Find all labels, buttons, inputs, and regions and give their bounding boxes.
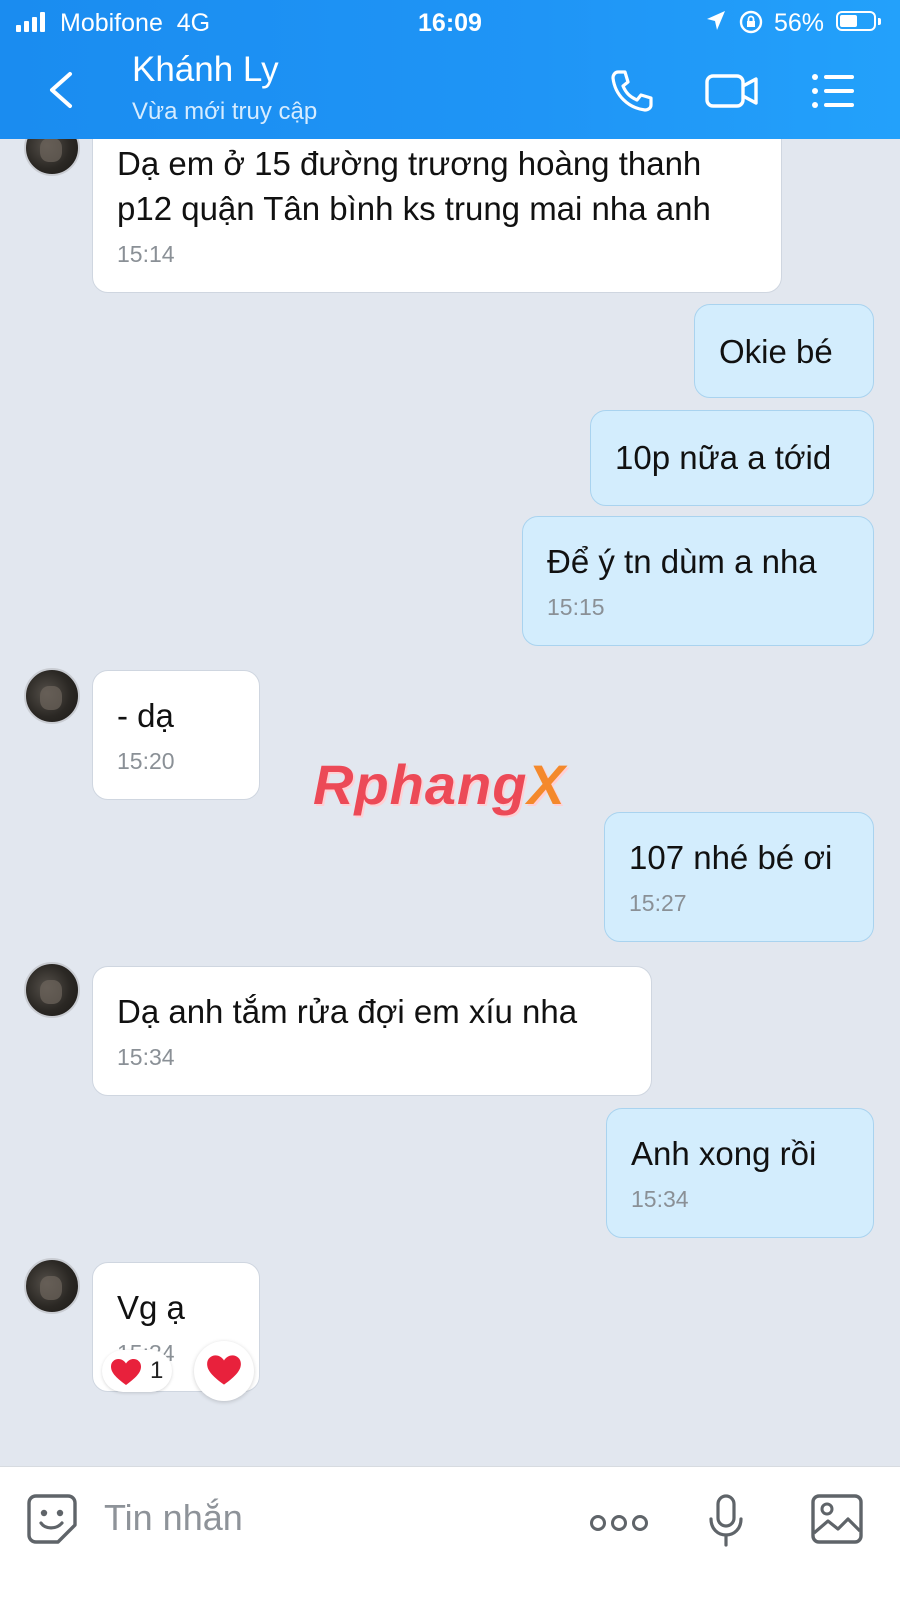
message-bubble[interactable]: - dạ 15:20: [92, 670, 260, 800]
image-button[interactable]: [810, 1493, 864, 1550]
video-call-button[interactable]: [704, 68, 760, 114]
message-text: Anh xong rồi: [631, 1135, 817, 1172]
reaction-summary[interactable]: 1: [102, 1350, 172, 1392]
rotation-lock-icon: [738, 9, 764, 41]
message-text: Vg ạ: [117, 1289, 185, 1326]
message-text: Để ý tn dùm a nha: [547, 543, 817, 580]
message-text: 107 nhé bé ơi: [629, 839, 833, 876]
message-bubble[interactable]: 107 nhé bé ơi 15:27: [604, 812, 874, 942]
message-bubble[interactable]: 10p nữa a tớid: [590, 410, 874, 506]
back-icon: [50, 72, 72, 108]
more-icon: [590, 1515, 648, 1531]
menu-button[interactable]: [810, 68, 866, 114]
message-bubble[interactable]: Anh xong rồi 15:34: [606, 1108, 874, 1238]
battery-percent: 56%: [774, 9, 825, 37]
message-time: 15:14: [117, 241, 175, 267]
top-bar: Mobifone 4G 16:09 56% Khánh Ly Vừa mới t…: [0, 0, 900, 139]
message-time: 15:15: [547, 594, 605, 620]
message-time: 15:34: [631, 1186, 689, 1212]
message-text: Dạ em ở 15 đường trương hoàng thanh p12 …: [117, 145, 711, 227]
message-time: 15:20: [117, 748, 175, 774]
message-text: Dạ anh tắm rửa đợi em xíu nha: [117, 993, 578, 1030]
contact-status: Vừa mới truy cập: [132, 98, 318, 125]
message-input[interactable]: Tin nhắn: [104, 1497, 243, 1539]
sticker-icon: [27, 1494, 77, 1544]
avatar[interactable]: [24, 962, 80, 1018]
more-button[interactable]: [590, 1513, 648, 1538]
contact-name[interactable]: Khánh Ly: [132, 50, 279, 90]
status-bar: Mobifone 4G 16:09 56%: [0, 0, 900, 46]
message-bubble[interactable]: Dạ em ở 15 đường trương hoàng thanh p12 …: [92, 118, 782, 293]
message-bubble[interactable]: Để ý tn dùm a nha 15:15: [522, 516, 874, 646]
message-bubble[interactable]: Okie bé: [694, 304, 874, 398]
message-text: 10p nữa a tớid: [615, 439, 832, 476]
microphone-icon: [709, 1494, 743, 1547]
image-icon: [811, 1494, 863, 1544]
message-text: - dạ: [117, 697, 174, 734]
watermark-logo: RphangX: [313, 753, 566, 816]
video-call-icon: [705, 74, 758, 108]
battery-icon: [836, 11, 881, 31]
reaction-count: 1: [150, 1357, 164, 1384]
call-button[interactable]: [608, 68, 664, 114]
heart-icon: [111, 1359, 141, 1385]
sticker-button[interactable]: [26, 1493, 78, 1550]
message-text: Okie bé: [719, 333, 833, 370]
voice-button[interactable]: [706, 1493, 746, 1554]
composer-bar: Tin nhắn: [0, 1466, 900, 1601]
react-button[interactable]: [194, 1341, 254, 1401]
message-time: 15:27: [629, 890, 687, 916]
avatar[interactable]: [24, 1258, 80, 1314]
location-icon: [705, 9, 727, 40]
heart-icon: [207, 1355, 241, 1385]
clock: 16:09: [418, 9, 482, 37]
message-bubble[interactable]: Dạ anh tắm rửa đợi em xíu nha 15:34: [92, 966, 652, 1096]
avatar[interactable]: [24, 668, 80, 724]
menu-icon: [812, 74, 854, 108]
phone-icon: [611, 70, 653, 112]
back-button[interactable]: [40, 68, 84, 112]
message-time: 15:34: [117, 1044, 175, 1070]
